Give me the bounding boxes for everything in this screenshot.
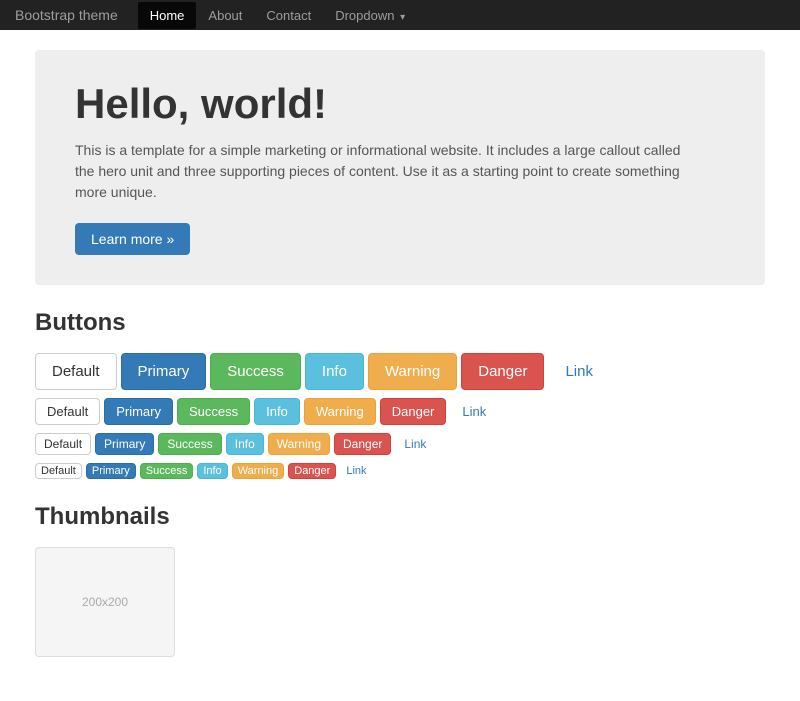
btn-danger-lg[interactable]: Danger <box>461 353 544 390</box>
learn-more-button[interactable]: Learn more » <box>75 223 190 255</box>
btn-info-sm[interactable]: Info <box>226 433 264 455</box>
btn-info-md[interactable]: Info <box>254 398 300 425</box>
btn-success-xs[interactable]: Success <box>140 463 194 479</box>
hero-description: This is a template for a simple marketin… <box>75 140 695 203</box>
nav-link-home[interactable]: Home <box>138 2 197 29</box>
btn-danger-md[interactable]: Danger <box>380 398 447 425</box>
buttons-row-large: Default Primary Success Info Warning Dan… <box>35 353 765 390</box>
nav-item-dropdown[interactable]: Dropdown ▾ <box>323 2 417 29</box>
btn-primary-xs[interactable]: Primary <box>86 463 136 479</box>
buttons-row-small: Default Primary Success Info Warning Dan… <box>35 433 765 455</box>
navbar-brand[interactable]: Bootstrap theme <box>15 7 118 23</box>
btn-default-sm[interactable]: Default <box>35 433 91 455</box>
buttons-row-xsmall: Default Primary Success Info Warning Dan… <box>35 463 765 479</box>
btn-link-sm[interactable]: Link <box>395 433 435 455</box>
thumbnails-section-title: Thumbnails <box>35 503 765 531</box>
main-content: Hello, world! This is a template for a s… <box>20 30 780 701</box>
dropdown-arrow-icon: ▾ <box>400 12 405 23</box>
btn-warning-md[interactable]: Warning <box>304 398 376 425</box>
thumbnail-item[interactable]: 200x200 <box>35 547 175 657</box>
nav-link-about[interactable]: About <box>196 2 254 29</box>
navbar-nav: Home About Contact Dropdown ▾ <box>138 2 417 29</box>
jumbotron: Hello, world! This is a template for a s… <box>35 50 765 285</box>
nav-item-contact[interactable]: Contact <box>254 2 323 29</box>
nav-link-contact[interactable]: Contact <box>254 2 323 29</box>
nav-item-about[interactable]: About <box>196 2 254 29</box>
thumbnails-section: Thumbnails 200x200 <box>35 503 765 657</box>
btn-danger-sm[interactable]: Danger <box>334 433 391 455</box>
btn-info-xs[interactable]: Info <box>197 463 227 479</box>
thumbnail-label: 200x200 <box>82 595 128 609</box>
btn-primary-md[interactable]: Primary <box>104 398 173 425</box>
hero-heading: Hello, world! <box>75 80 725 128</box>
btn-success-md[interactable]: Success <box>177 398 250 425</box>
btn-link-lg[interactable]: Link <box>548 353 610 390</box>
navbar: Bootstrap theme Home About Contact Dropd… <box>0 0 800 30</box>
btn-warning-sm[interactable]: Warning <box>268 433 330 455</box>
btn-default-xs[interactable]: Default <box>35 463 82 479</box>
nav-item-home[interactable]: Home <box>138 2 197 29</box>
btn-success-sm[interactable]: Success <box>158 433 221 455</box>
btn-primary-sm[interactable]: Primary <box>95 433 154 455</box>
btn-info-lg[interactable]: Info <box>305 353 364 390</box>
btn-default-lg[interactable]: Default <box>35 353 117 390</box>
buttons-section: Buttons Default Primary Success Info War… <box>35 309 765 479</box>
btn-link-md[interactable]: Link <box>450 398 498 425</box>
buttons-section-title: Buttons <box>35 309 765 337</box>
btn-warning-xs[interactable]: Warning <box>232 463 285 479</box>
btn-default-md[interactable]: Default <box>35 398 100 425</box>
btn-warning-lg[interactable]: Warning <box>368 353 457 390</box>
nav-link-dropdown[interactable]: Dropdown ▾ <box>323 2 417 29</box>
btn-danger-xs[interactable]: Danger <box>288 463 336 479</box>
btn-primary-lg[interactable]: Primary <box>121 353 207 390</box>
btn-link-xs[interactable]: Link <box>340 463 372 479</box>
btn-success-lg[interactable]: Success <box>210 353 301 390</box>
buttons-row-medium: Default Primary Success Info Warning Dan… <box>35 398 765 425</box>
